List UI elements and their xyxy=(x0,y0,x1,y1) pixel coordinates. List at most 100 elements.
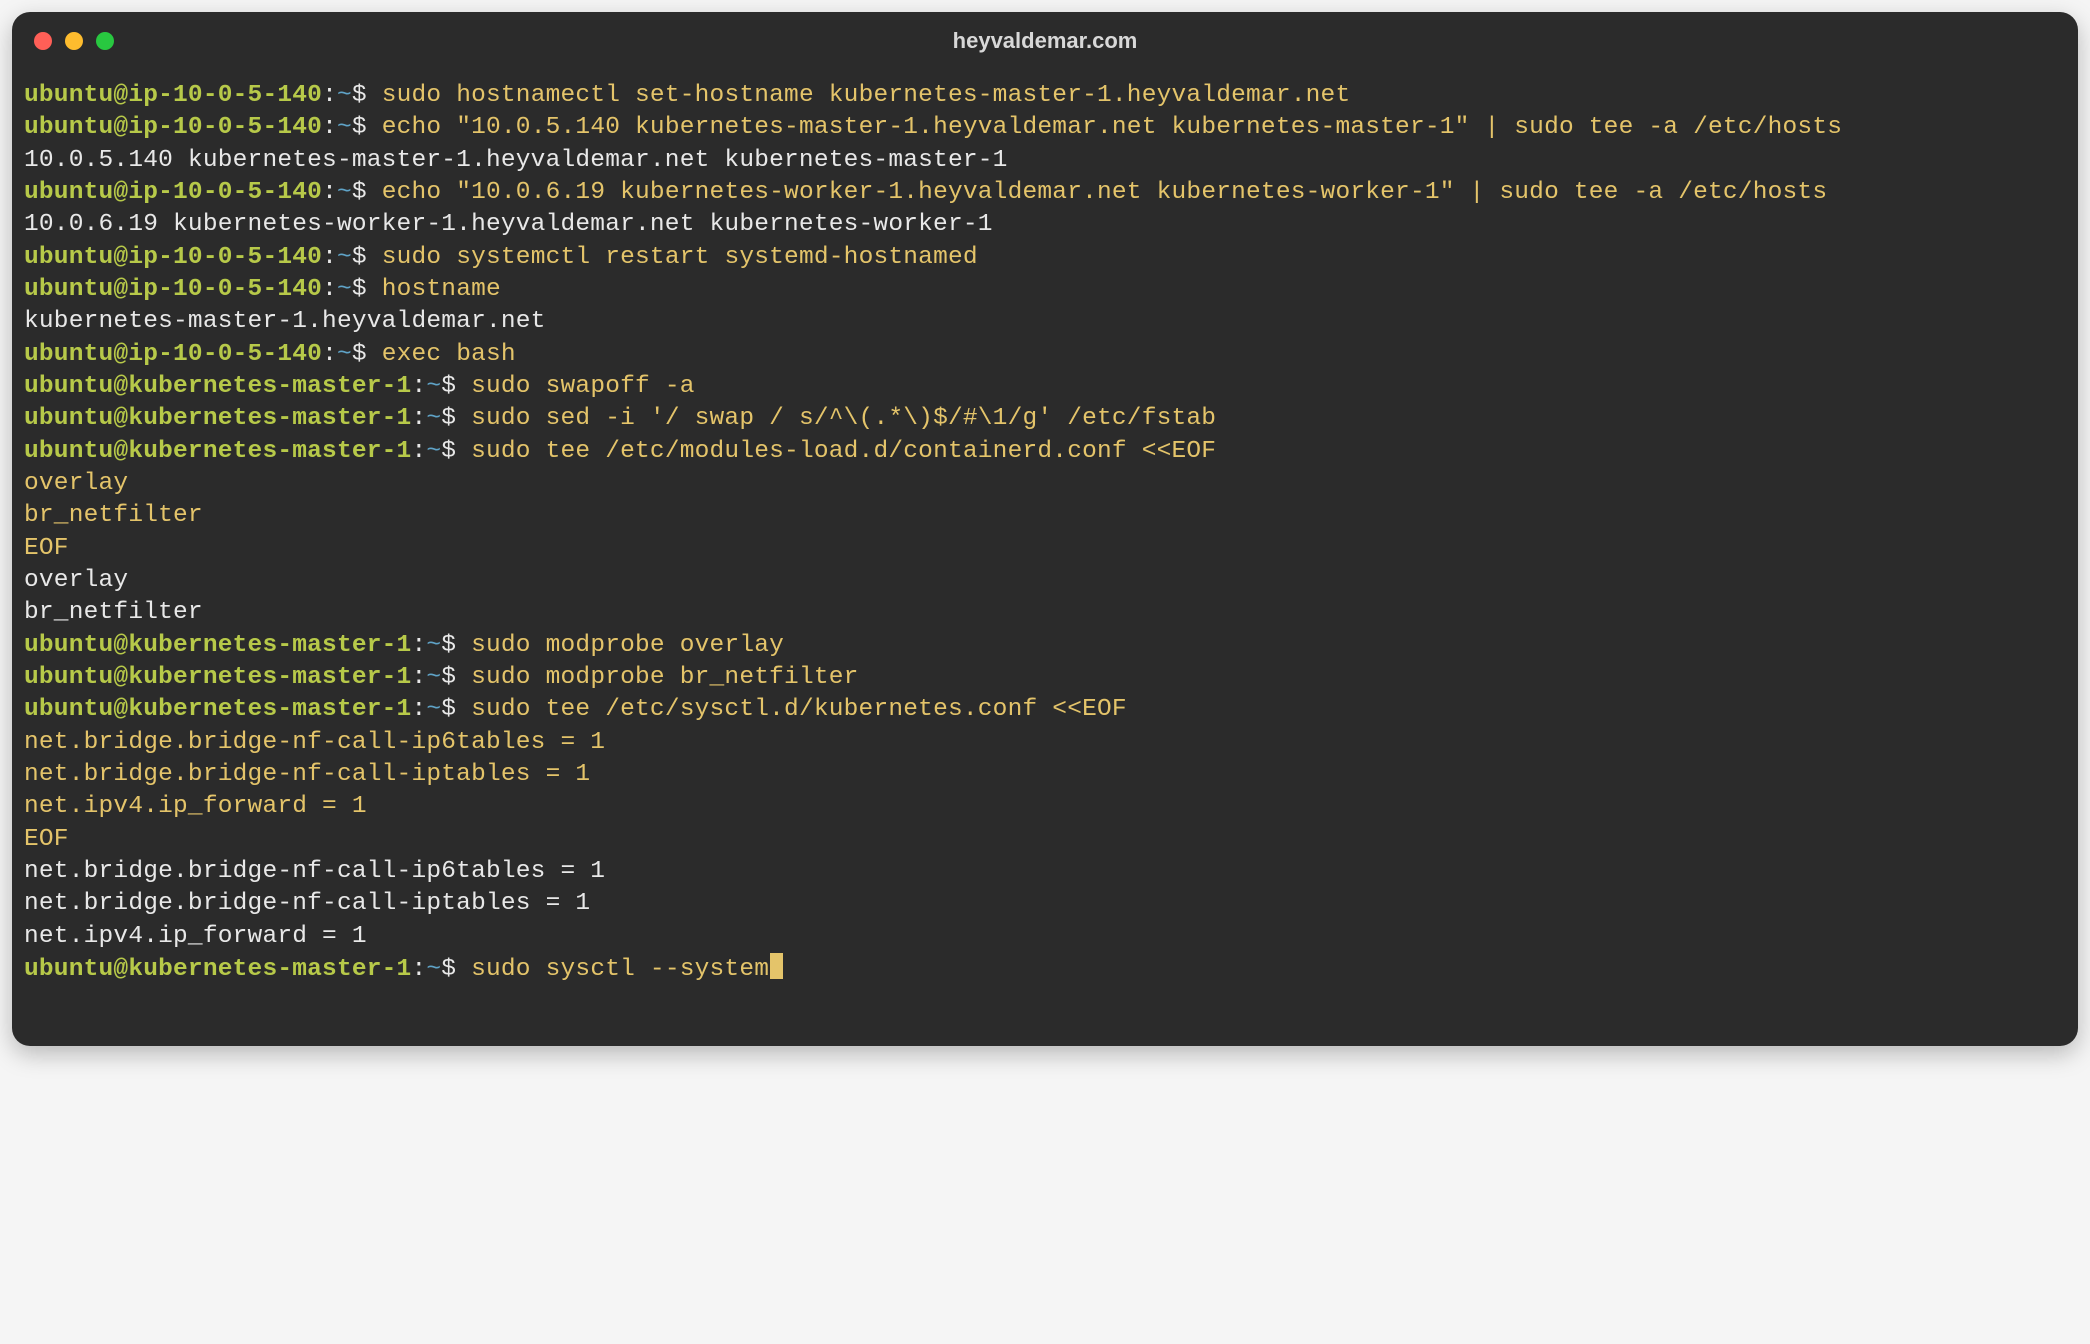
output-line: 10.0.6.19 kubernetes-worker-1.heyvaldema… xyxy=(24,211,993,238)
terminal-line: net.bridge.bridge-nf-call-ip6tables = 1 xyxy=(24,856,2066,888)
prompt-user-host: ubuntu@kubernetes-master-1 xyxy=(24,664,411,691)
command-text: exec bash xyxy=(382,341,516,368)
prompt-user-host: ubuntu@kubernetes-master-1 xyxy=(24,956,411,983)
prompt-colon: : xyxy=(322,82,337,109)
terminal-line: br_netfilter xyxy=(24,597,2066,629)
terminal-line: EOF xyxy=(24,533,2066,565)
prompt-dollar: $ xyxy=(352,276,382,303)
command-heredoc-line: EOF xyxy=(24,535,69,562)
traffic-lights xyxy=(34,32,114,50)
terminal-line: net.bridge.bridge-nf-call-iptables = 1 xyxy=(24,888,2066,920)
command-text: sudo tee /etc/modules-load.d/containerd.… xyxy=(471,438,1216,465)
terminal-line: ubuntu@ip-10-0-5-140:~$ hostname xyxy=(24,274,2066,306)
terminal-line: net.bridge.bridge-nf-call-iptables = 1 xyxy=(24,759,2066,791)
prompt-path: ~ xyxy=(337,114,352,141)
terminal-line: 10.0.6.19 kubernetes-worker-1.heyvaldema… xyxy=(24,209,2066,241)
terminal-line: net.bridge.bridge-nf-call-ip6tables = 1 xyxy=(24,727,2066,759)
terminal-line: ubuntu@kubernetes-master-1:~$ sudo tee /… xyxy=(24,694,2066,726)
prompt-colon: : xyxy=(322,341,337,368)
prompt-user-host: ubuntu@ip-10-0-5-140 xyxy=(24,114,322,141)
terminal-line: ubuntu@kubernetes-master-1:~$ sudo sysct… xyxy=(24,953,2066,986)
terminal-line: EOF xyxy=(24,824,2066,856)
titlebar: heyvaldemar.com xyxy=(12,12,2078,70)
prompt-user-host: ubuntu@ip-10-0-5-140 xyxy=(24,276,322,303)
prompt-path: ~ xyxy=(426,696,441,723)
prompt-dollar: $ xyxy=(352,341,382,368)
prompt-user-host: ubuntu@kubernetes-master-1 xyxy=(24,438,411,465)
prompt-path: ~ xyxy=(337,276,352,303)
prompt-path: ~ xyxy=(426,632,441,659)
terminal-line: ubuntu@kubernetes-master-1:~$ sudo modpr… xyxy=(24,662,2066,694)
terminal-line: net.ipv4.ip_forward = 1 xyxy=(24,921,2066,953)
command-heredoc-line: net.bridge.bridge-nf-call-iptables = 1 xyxy=(24,761,590,788)
command-text: echo "10.0.6.19 kubernetes-worker-1.heyv… xyxy=(382,179,1828,206)
prompt-dollar: $ xyxy=(441,373,471,400)
prompt-colon: : xyxy=(411,405,426,432)
command-text: hostname xyxy=(382,276,501,303)
prompt-dollar: $ xyxy=(352,179,382,206)
terminal-line: ubuntu@kubernetes-master-1:~$ sudo swapo… xyxy=(24,371,2066,403)
prompt-path: ~ xyxy=(426,664,441,691)
prompt-colon: : xyxy=(411,956,426,983)
prompt-colon: : xyxy=(411,438,426,465)
terminal-line: overlay xyxy=(24,468,2066,500)
command-text: sudo hostnamectl set-hostname kubernetes… xyxy=(382,82,1351,109)
terminal-line: 10.0.5.140 kubernetes-master-1.heyvaldem… xyxy=(24,145,2066,177)
prompt-colon: : xyxy=(322,179,337,206)
prompt-dollar: $ xyxy=(441,632,471,659)
prompt-colon: : xyxy=(322,244,337,271)
prompt-path: ~ xyxy=(337,179,352,206)
terminal-line: net.ipv4.ip_forward = 1 xyxy=(24,791,2066,823)
output-line: overlay xyxy=(24,567,128,594)
command-text: sudo modprobe overlay xyxy=(471,632,784,659)
output-line: br_netfilter xyxy=(24,599,203,626)
output-line: net.ipv4.ip_forward = 1 xyxy=(24,923,367,950)
prompt-path: ~ xyxy=(426,956,441,983)
prompt-user-host: ubuntu@kubernetes-master-1 xyxy=(24,405,411,432)
command-text: sudo systemctl restart systemd-hostnamed xyxy=(382,244,978,271)
prompt-dollar: $ xyxy=(352,82,382,109)
terminal-line: ubuntu@kubernetes-master-1:~$ sudo modpr… xyxy=(24,630,2066,662)
terminal-line: ubuntu@kubernetes-master-1:~$ sudo tee /… xyxy=(24,436,2066,468)
output-line: 10.0.5.140 kubernetes-master-1.heyvaldem… xyxy=(24,147,1008,174)
terminal-line: ubuntu@ip-10-0-5-140:~$ sudo systemctl r… xyxy=(24,242,2066,274)
command-heredoc-line: br_netfilter xyxy=(24,502,203,529)
command-heredoc-line: EOF xyxy=(24,826,69,853)
prompt-dollar: $ xyxy=(441,664,471,691)
prompt-colon: : xyxy=(411,632,426,659)
prompt-colon: : xyxy=(411,664,426,691)
command-text: sudo sysctl --system xyxy=(471,956,769,983)
terminal-line: ubuntu@kubernetes-master-1:~$ sudo sed -… xyxy=(24,403,2066,435)
prompt-colon: : xyxy=(411,373,426,400)
output-line: net.bridge.bridge-nf-call-ip6tables = 1 xyxy=(24,858,605,885)
command-heredoc-line: overlay xyxy=(24,470,128,497)
prompt-colon: : xyxy=(322,114,337,141)
prompt-path: ~ xyxy=(426,373,441,400)
terminal-line: kubernetes-master-1.heyvaldemar.net xyxy=(24,306,2066,338)
prompt-user-host: ubuntu@kubernetes-master-1 xyxy=(24,696,411,723)
prompt-user-host: ubuntu@ip-10-0-5-140 xyxy=(24,179,322,206)
command-text: echo "10.0.5.140 kubernetes-master-1.hey… xyxy=(382,114,1842,141)
prompt-path: ~ xyxy=(337,82,352,109)
cursor-icon xyxy=(770,953,783,979)
terminal-line: ubuntu@ip-10-0-5-140:~$ echo "10.0.5.140… xyxy=(24,112,2066,144)
prompt-dollar: $ xyxy=(441,696,471,723)
minimize-icon[interactable] xyxy=(65,32,83,50)
prompt-colon: : xyxy=(411,696,426,723)
output-line: kubernetes-master-1.heyvaldemar.net xyxy=(24,308,546,335)
prompt-user-host: ubuntu@ip-10-0-5-140 xyxy=(24,82,322,109)
command-text: sudo tee /etc/sysctl.d/kubernetes.conf <… xyxy=(471,696,1127,723)
output-line: net.bridge.bridge-nf-call-iptables = 1 xyxy=(24,890,590,917)
prompt-dollar: $ xyxy=(441,405,471,432)
terminal-line: ubuntu@ip-10-0-5-140:~$ sudo hostnamectl… xyxy=(24,80,2066,112)
prompt-path: ~ xyxy=(426,405,441,432)
command-text: sudo swapoff -a xyxy=(471,373,695,400)
terminal-line: ubuntu@ip-10-0-5-140:~$ echo "10.0.6.19 … xyxy=(24,177,2066,209)
close-icon[interactable] xyxy=(34,32,52,50)
command-text: sudo sed -i '/ swap / s/^\(.*\)$/#\1/g' … xyxy=(471,405,1216,432)
terminal-line: br_netfilter xyxy=(24,500,2066,532)
command-heredoc-line: net.bridge.bridge-nf-call-ip6tables = 1 xyxy=(24,729,605,756)
prompt-path: ~ xyxy=(426,438,441,465)
zoom-icon[interactable] xyxy=(96,32,114,50)
terminal-body[interactable]: ubuntu@ip-10-0-5-140:~$ sudo hostnamectl… xyxy=(12,70,2078,1046)
